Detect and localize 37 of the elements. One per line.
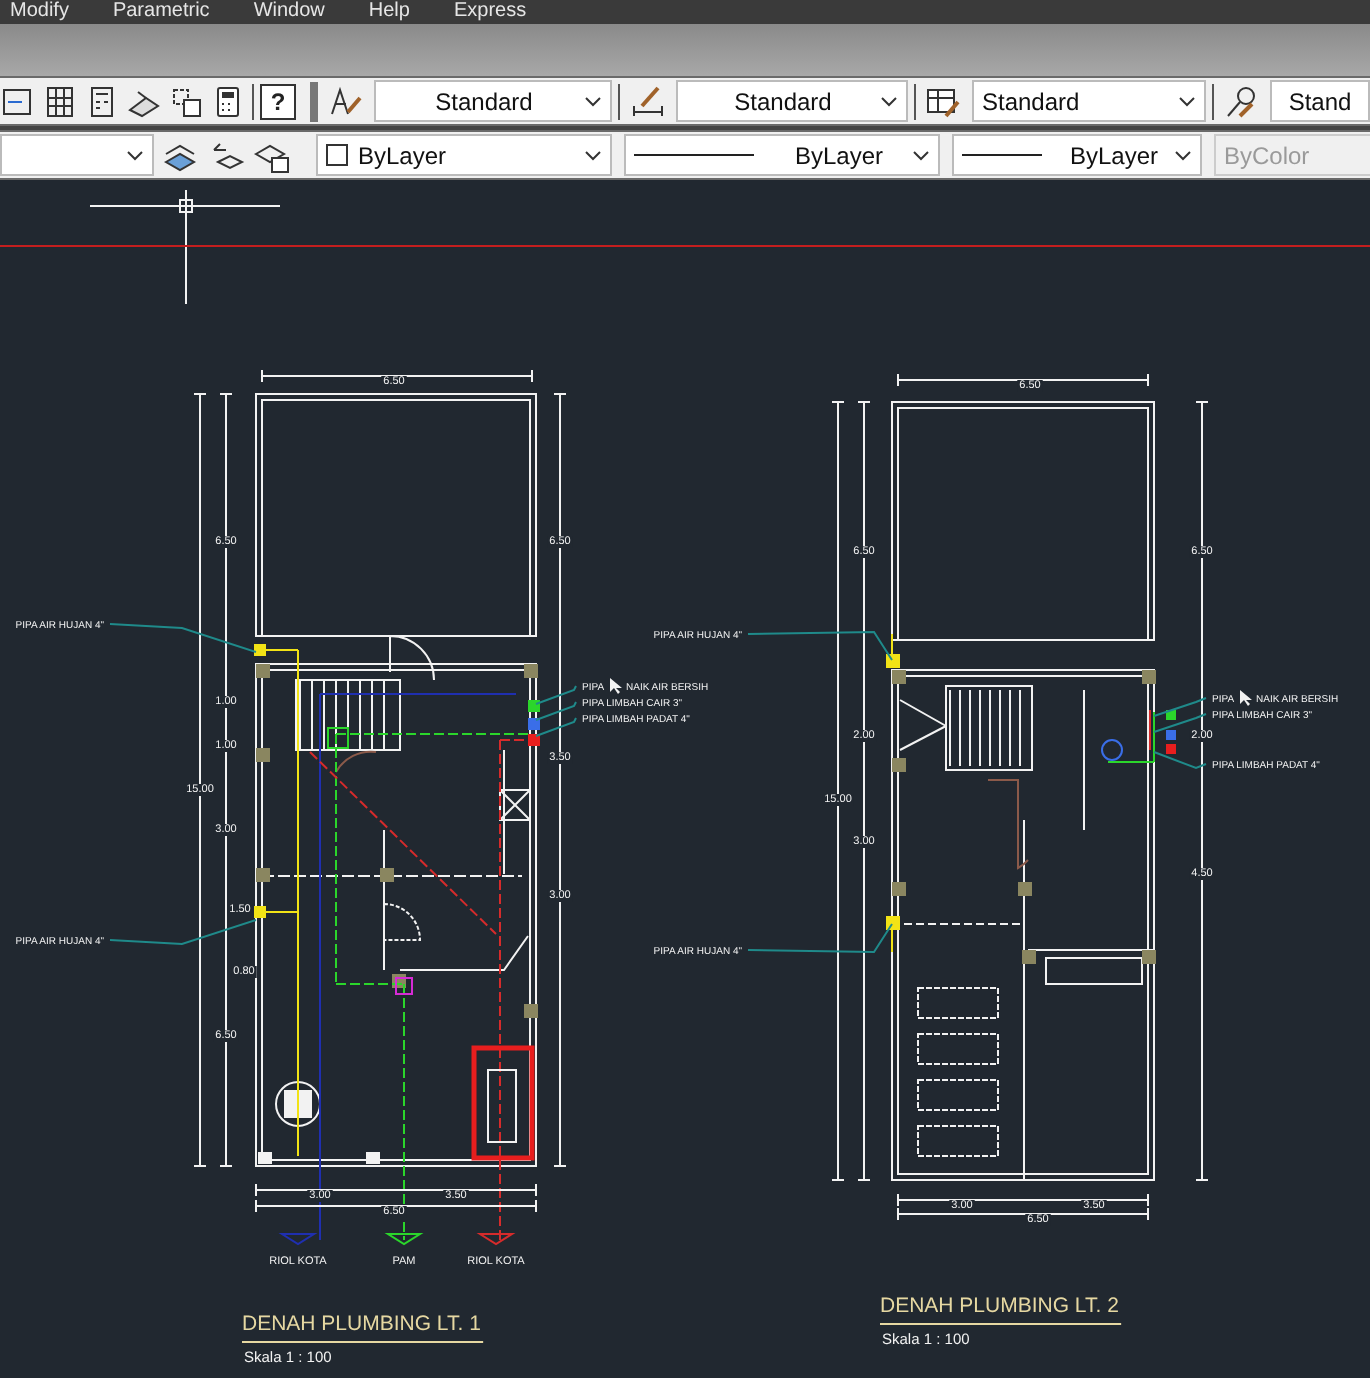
toolbar-icon[interactable] (168, 83, 204, 119)
help-button[interactable]: ? (260, 83, 296, 119)
property-dropdown[interactable]: ByLayer (952, 134, 1202, 176)
caret-icon (1178, 95, 1196, 107)
color-swatch (326, 144, 348, 166)
property-dropdown[interactable]: ByLayer (316, 134, 612, 176)
menu-item[interactable]: Parametric (112, 0, 210, 24)
style-dropdown[interactable]: Standard (374, 80, 612, 122)
caret-icon (584, 149, 602, 161)
leader-line (535, 717, 577, 737)
menu-item[interactable]: Window (253, 0, 325, 24)
style-dropdown[interactable]: Standard (676, 80, 908, 122)
cursor-icon (1240, 690, 1252, 706)
leader-line (1153, 697, 1207, 717)
leader-line (535, 685, 577, 705)
ucs-crosshair-icon (89, 189, 281, 305)
leader-line (535, 701, 577, 721)
caret-icon (880, 95, 898, 107)
property-dropdown[interactable]: ByLayer (624, 134, 940, 176)
caret-icon (584, 95, 602, 107)
menu-item[interactable]: Express (453, 0, 527, 24)
toolbar-icon[interactable] (0, 83, 36, 119)
menu-item[interactable]: Help (368, 0, 410, 24)
drawing-title: DENAH PLUMBING LT. 2 (880, 1294, 1119, 1318)
caret-icon (1174, 149, 1192, 161)
caret-icon (126, 149, 144, 161)
toolbar-icon[interactable] (42, 83, 78, 119)
cursor-icon (610, 678, 622, 694)
line-sample (962, 154, 1042, 156)
leader-line (1153, 713, 1207, 733)
leader-line (1153, 751, 1207, 770)
menu-item[interactable]: Modify (10, 0, 69, 24)
style-dropdown[interactable]: Standard (972, 80, 1206, 122)
caret-icon (912, 149, 930, 161)
drawing-title: DENAH PLUMBING LT. 1 (242, 1312, 481, 1336)
style-dropdown[interactable]: Stand (1270, 80, 1370, 122)
line-sample (634, 154, 754, 156)
